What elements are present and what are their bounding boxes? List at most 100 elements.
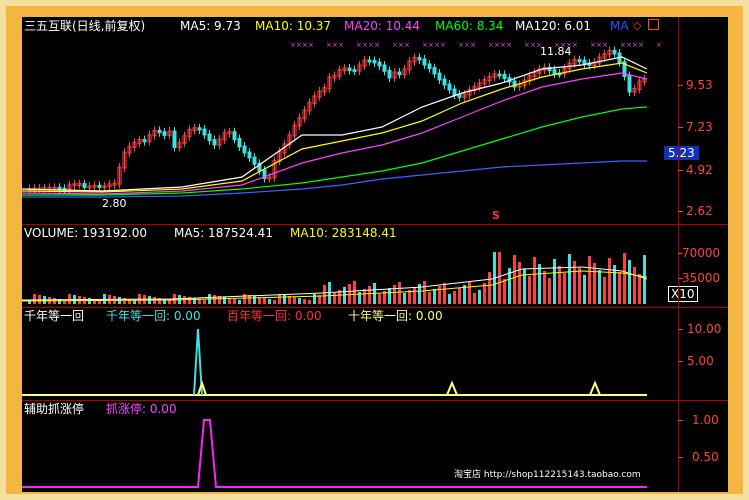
volume-bar xyxy=(303,299,306,304)
price-label-4: 4.92 xyxy=(686,163,713,177)
volume-bar xyxy=(543,271,546,304)
candle-body xyxy=(172,130,177,148)
volume-bar xyxy=(593,263,596,304)
candle-body xyxy=(212,139,217,146)
candle-body xyxy=(252,156,257,165)
volume-bar xyxy=(283,295,286,304)
signal-dot: × xyxy=(308,41,314,49)
volume-bar xyxy=(453,291,456,304)
signal-dot: × xyxy=(554,41,560,49)
volume-bar xyxy=(488,272,491,304)
ma10-line xyxy=(22,62,648,193)
volume-bar xyxy=(638,274,641,304)
candle-body xyxy=(577,59,582,63)
volume-bar xyxy=(538,264,541,304)
indicator2-tick xyxy=(678,457,683,458)
chart-screen: 三五互联(日线,前复权) MA5: 9.73 MA10: 10.37 MA20:… xyxy=(22,17,728,492)
candle-body xyxy=(247,151,252,159)
volume-tick xyxy=(678,278,683,279)
candle-body xyxy=(367,59,372,63)
candle-body xyxy=(502,73,507,80)
volume-bar xyxy=(388,288,391,304)
indicator1-spike xyxy=(446,380,458,396)
signal-dot: × xyxy=(590,41,596,49)
volume-bar xyxy=(563,273,566,304)
volume-bar xyxy=(578,268,581,304)
candle-body xyxy=(417,56,422,61)
volume-bar xyxy=(393,285,396,304)
candle-body xyxy=(142,139,147,143)
volume-bar xyxy=(403,293,406,304)
candle-body xyxy=(382,64,387,72)
volume-bar xyxy=(33,294,36,304)
signal-dot: × xyxy=(524,41,530,49)
volume-bar xyxy=(363,289,366,304)
price-label-5: 2.62 xyxy=(686,204,713,218)
candle-body xyxy=(347,67,352,72)
candle-body xyxy=(437,72,442,81)
volume-bar xyxy=(268,299,271,304)
candle-body xyxy=(422,58,427,66)
candle-body xyxy=(97,184,102,188)
indicator2-line xyxy=(22,419,647,488)
signal-dot: × xyxy=(362,41,368,49)
volume-bar xyxy=(253,296,256,304)
candle-body xyxy=(372,59,377,64)
volume-bar xyxy=(378,294,381,304)
volume-label-1: 70000 xyxy=(682,246,721,260)
volume-bar xyxy=(348,284,351,304)
volume-bar xyxy=(608,258,611,304)
indicator1-spike xyxy=(589,380,601,396)
volume-bar xyxy=(343,287,346,304)
candle-body xyxy=(432,67,437,75)
candle-body xyxy=(82,183,87,188)
volume-bar xyxy=(323,285,326,304)
candle-body xyxy=(157,129,162,134)
volume-bar xyxy=(433,289,436,304)
volume-bar xyxy=(353,281,356,304)
volume-bar xyxy=(518,262,521,304)
candle-body xyxy=(352,69,357,73)
volume-bar xyxy=(513,255,516,304)
volume-bar xyxy=(643,255,646,304)
signal-dot: × xyxy=(530,41,536,49)
price-label-2: 7.23 xyxy=(686,120,713,134)
signal-dot: × xyxy=(464,41,470,49)
signal-dot: × xyxy=(440,41,446,49)
volume-tick xyxy=(678,253,683,254)
volume-bar xyxy=(423,281,426,304)
volume-bar xyxy=(413,287,416,304)
candle-body xyxy=(397,71,402,76)
volume-bar xyxy=(603,277,606,304)
candle-body xyxy=(582,59,587,65)
volume-bar xyxy=(203,300,206,304)
volume-bar xyxy=(503,279,506,304)
signal-dot: × xyxy=(494,41,500,49)
signal-dot: × xyxy=(338,41,344,49)
volume-bar xyxy=(588,256,591,304)
signal-dot: × xyxy=(422,41,428,49)
signal-dot: × xyxy=(638,41,644,49)
signal-dot: × xyxy=(296,41,302,49)
volume-label-2: 35000 xyxy=(682,271,721,285)
volume-bar xyxy=(398,282,401,304)
indicator1-tick xyxy=(678,329,683,330)
signal-dot: × xyxy=(626,41,632,49)
volume-bar xyxy=(278,294,281,304)
signal-dot: × xyxy=(470,41,476,49)
volume-bar xyxy=(313,294,316,304)
signal-dot: × xyxy=(356,41,362,49)
ma60-line xyxy=(22,106,648,196)
price-tick xyxy=(678,211,683,212)
volume-bar xyxy=(473,293,476,304)
signal-dot: × xyxy=(332,41,338,49)
volume-bar xyxy=(233,299,236,304)
volume-bar xyxy=(583,275,586,304)
volume-bar xyxy=(568,254,571,304)
volume-bar xyxy=(443,283,446,304)
indicator2-label-2: 0.50 xyxy=(692,450,719,464)
candle-body xyxy=(57,186,62,190)
signal-dot: × xyxy=(572,41,578,49)
signal-dot: × xyxy=(536,41,542,49)
candle-body xyxy=(207,133,212,142)
